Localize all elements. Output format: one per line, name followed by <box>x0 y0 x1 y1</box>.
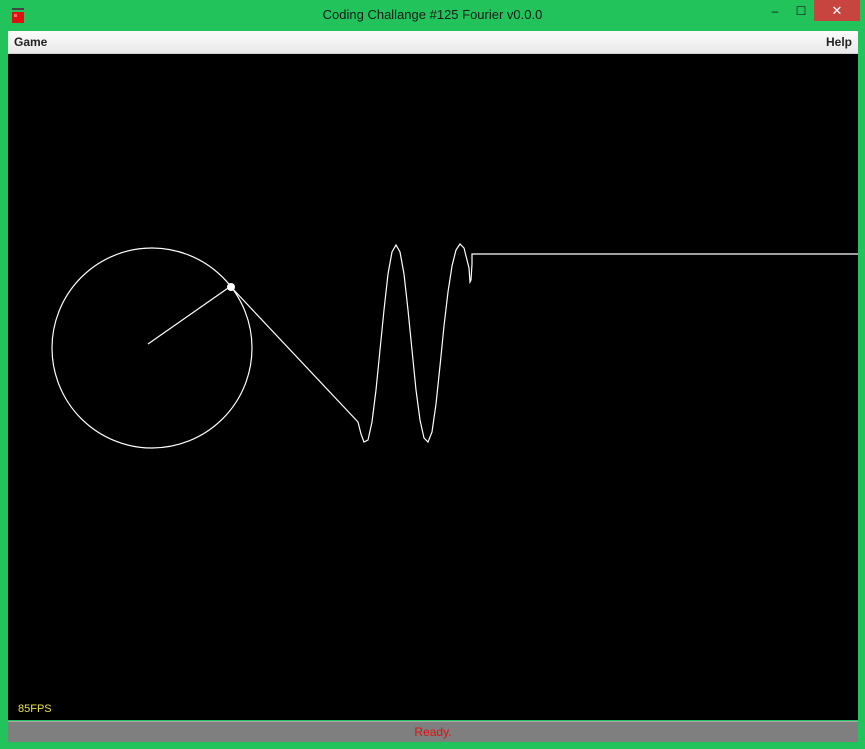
status-bar: Ready. <box>8 721 858 742</box>
radius-line <box>147 285 232 345</box>
fourier-drawing <box>51 243 858 449</box>
epicycle-circle <box>51 247 253 449</box>
menu-help[interactable]: Help <box>826 35 852 49</box>
status-text: Ready. <box>414 725 452 739</box>
connector-line <box>230 286 359 423</box>
close-button[interactable]: ✕ <box>814 0 860 21</box>
minimize-button[interactable]: – <box>762 0 788 21</box>
wave-trace <box>357 243 858 444</box>
title-bar[interactable]: Coding Challange #125 Fourier v0.0.0 – ☐… <box>0 0 865 30</box>
maximize-button[interactable]: ☐ <box>788 0 814 21</box>
render-canvas[interactable]: 85FPS <box>8 54 858 720</box>
menu-bar: Game Help <box>8 31 858 54</box>
menu-game[interactable]: Game <box>14 35 47 49</box>
app-window: Coding Challange #125 Fourier v0.0.0 – ☐… <box>0 0 865 749</box>
window-title: Coding Challange #125 Fourier v0.0.0 <box>322 7 543 22</box>
fps-counter: 85FPS <box>18 703 52 715</box>
